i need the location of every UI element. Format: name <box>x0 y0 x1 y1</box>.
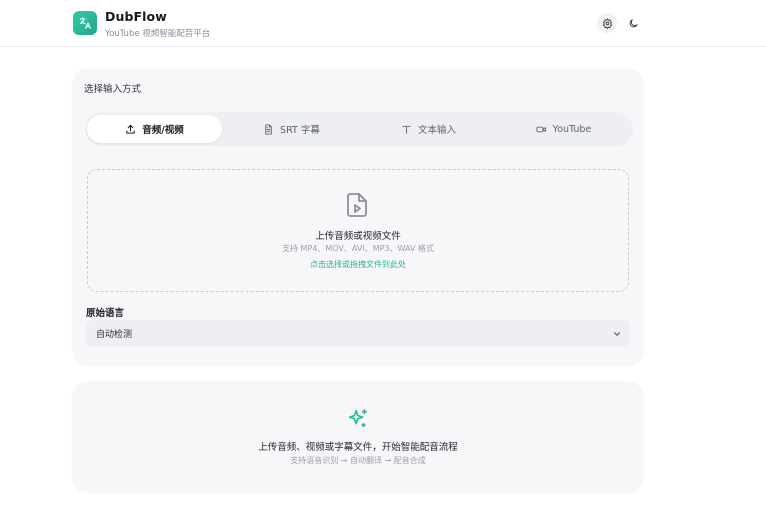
tab-srt[interactable]: SRT 字幕 <box>224 115 359 143</box>
dropzone-title: 上传音频或视频文件 <box>315 231 401 242</box>
moon-icon <box>629 18 638 27</box>
app-subtitle: YouTube 视频智能配音平台 <box>105 29 211 39</box>
section-title: 选择输入方式 <box>84 84 142 95</box>
file-video-icon <box>347 193 367 217</box>
tab-label: 文本输入 <box>417 125 456 136</box>
language-select[interactable]: 自动检测 <box>86 320 630 347</box>
translate-icon <box>79 17 91 29</box>
file-dropzone[interactable]: 上传音频或视频文件 支持 MP4、MOV、AVI、MP3、WAV 格式 点击选择… <box>87 169 629 292</box>
upload-icon <box>126 124 135 134</box>
app-header: DubFlow YouTube 视频智能配音平台 <box>0 0 766 47</box>
info-title: 上传音频、视频或字幕文件，开始智能配音流程 <box>258 442 458 453</box>
tab-text-input[interactable]: 文本输入 <box>361 115 496 143</box>
tab-audio-video[interactable]: 音频/视频 <box>87 115 222 143</box>
tab-label: SRT 字幕 <box>280 125 320 136</box>
settings-button[interactable] <box>597 13 617 33</box>
input-tabs: 音频/视频 SRT 字幕 文本输入 YouTube <box>85 112 633 146</box>
language-label: 原始语言 <box>86 308 125 319</box>
file-text-icon <box>265 123 272 135</box>
dropzone-action-link[interactable]: 点击选择或拖拽文件到此处 <box>88 259 628 270</box>
app-title: DubFlow <box>105 9 167 24</box>
theme-toggle-button[interactable] <box>623 13 643 33</box>
tab-label: 音频/视频 <box>142 125 184 136</box>
chevron-down-icon <box>613 332 621 336</box>
sparkles-icon <box>348 408 368 428</box>
dropzone-formats: 支持 MP4、MOV、AVI、MP3、WAV 格式 <box>282 244 434 253</box>
tab-label: YouTube <box>552 123 592 135</box>
tab-youtube[interactable]: YouTube <box>496 115 631 143</box>
input-method-card: 选择输入方式 音频/视频 SRT 字幕 文本输入 YouTube 上传音频或视频… <box>73 69 643 364</box>
language-selected-value: 自动检测 <box>96 330 133 340</box>
info-subtitle: 支持语音识别 → 自动翻译 → 配音合成 <box>290 456 426 465</box>
info-card: 上传音频、视频或字幕文件，开始智能配音流程 支持语音识别 → 自动翻译 → 配音… <box>73 382 643 491</box>
text-icon <box>402 125 411 134</box>
app-logo[interactable] <box>73 11 97 35</box>
video-icon <box>536 126 546 132</box>
gear-icon <box>602 17 612 29</box>
